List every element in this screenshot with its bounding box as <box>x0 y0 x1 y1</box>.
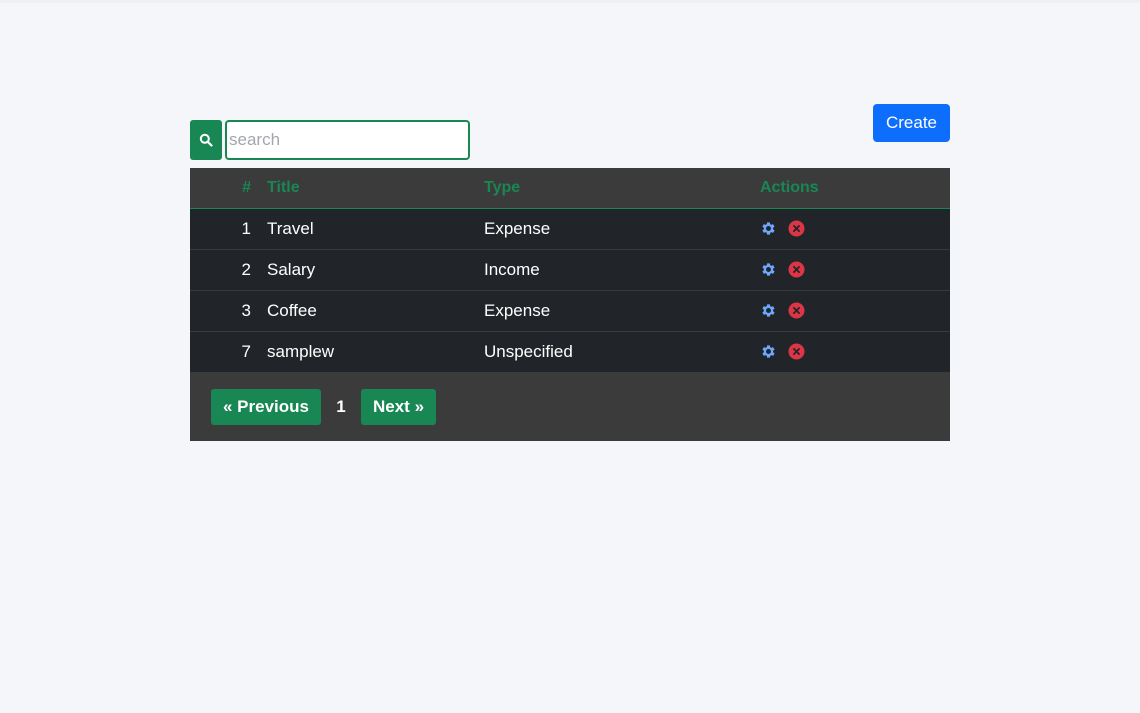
header-actions: Actions <box>760 178 819 196</box>
table-header-row: # Title Type Actions <box>190 168 950 208</box>
search-bar <box>190 120 470 160</box>
gear-icon[interactable] <box>760 261 777 278</box>
search-button[interactable] <box>190 120 222 160</box>
row-action-group <box>760 302 950 319</box>
close-circle-icon[interactable] <box>788 302 805 319</box>
row-type: Expense <box>484 218 551 238</box>
close-circle-icon[interactable] <box>788 220 805 237</box>
create-button[interactable]: Create <box>873 104 950 142</box>
row-action-group <box>760 261 950 278</box>
row-number: 7 <box>241 341 251 361</box>
close-circle-icon[interactable] <box>788 261 805 278</box>
items-table-wrapper: # Title Type Actions 1 Travel Expense 2 Sala… <box>190 168 950 441</box>
table-row: 1 Travel Expense <box>190 208 950 249</box>
header-number: # <box>242 178 251 196</box>
row-title: Coffee <box>267 300 317 320</box>
row-type: Unspecified <box>484 341 573 361</box>
pagination: « Previous 1 Next » <box>190 372 950 441</box>
gear-icon[interactable] <box>760 220 777 237</box>
table-row: 7 samplew Unspecified <box>190 331 950 372</box>
row-actions <box>760 331 950 372</box>
row-actions <box>760 208 950 249</box>
row-number: 3 <box>241 300 251 320</box>
gear-icon[interactable] <box>760 343 777 360</box>
header-type: Type <box>484 178 521 196</box>
row-number: 2 <box>241 259 251 279</box>
table-row: 2 Salary Income <box>190 249 950 290</box>
row-title: Travel <box>267 218 314 238</box>
current-page-number[interactable]: 1 <box>321 397 361 417</box>
row-actions <box>760 249 950 290</box>
row-type: Income <box>484 259 540 279</box>
close-circle-icon[interactable] <box>788 343 805 360</box>
search-input[interactable] <box>225 120 470 160</box>
table-row: 3 Coffee Expense <box>190 290 950 331</box>
search-icon <box>199 133 213 147</box>
previous-page-button[interactable]: « Previous <box>211 388 321 425</box>
gear-icon[interactable] <box>760 302 777 319</box>
row-number: 1 <box>241 218 251 238</box>
row-action-group <box>760 220 950 237</box>
header-title: Title <box>267 178 300 196</box>
top-border <box>0 0 1140 3</box>
row-type: Expense <box>484 300 551 320</box>
items-table: # Title Type Actions 1 Travel Expense 2 Sala… <box>190 168 950 372</box>
row-title: Salary <box>267 259 316 279</box>
row-actions <box>760 290 950 331</box>
row-action-group <box>760 343 950 360</box>
row-title: samplew <box>267 341 335 361</box>
next-page-button[interactable]: Next » <box>361 388 437 425</box>
